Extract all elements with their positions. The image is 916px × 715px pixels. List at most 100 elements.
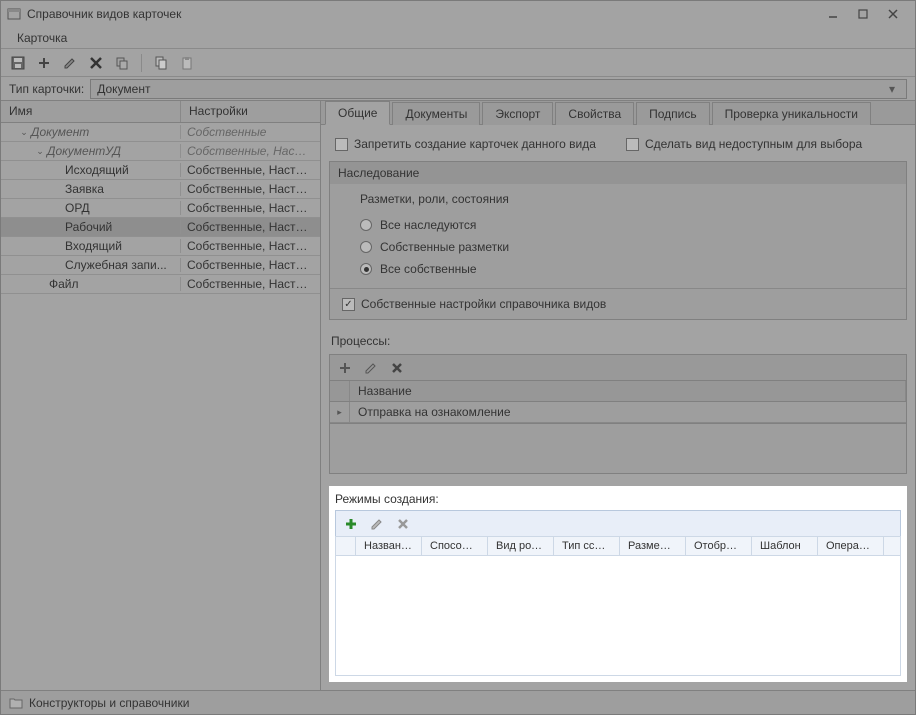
inheritance-radio[interactable]: Все наследуются — [342, 214, 894, 236]
tree-row[interactable]: ОРД Собственные, Настро... — [1, 199, 320, 218]
titlebar: Справочник видов карточек — [1, 1, 915, 27]
inheritance-radio[interactable]: Все собственные — [342, 258, 894, 280]
modes-header-cell[interactable]: Размещен... — [620, 537, 686, 555]
tree-row[interactable]: ВходящийСобственные, Настро... — [1, 237, 320, 256]
tree-item-settings: Собственные, Настро... — [181, 277, 320, 291]
modes-header-cell[interactable]: Операция... — [818, 537, 884, 555]
main-area: Имя Настройки ⌄ДокументСобственные⌄Докум… — [1, 101, 915, 690]
expand-icon[interactable]: ⌄ — [33, 144, 47, 158]
folder-icon — [9, 697, 23, 709]
tree-item-label: ДокументУД — [47, 144, 121, 158]
edit-icon[interactable] — [61, 54, 79, 72]
add-icon[interactable] — [336, 359, 354, 377]
delete-icon[interactable] — [388, 359, 406, 377]
add-icon[interactable] — [35, 54, 53, 72]
tree-item-settings: Собственные, Настро... — [181, 163, 320, 177]
separator — [141, 54, 142, 72]
modes-header-cell[interactable]: Тип ссылки — [554, 537, 620, 555]
radio-icon — [360, 241, 372, 253]
filter-label: Тип карточки: — [9, 82, 84, 96]
menu-card[interactable]: Карточка — [9, 29, 75, 47]
modes-header-cell[interactable]: Способ со... — [422, 537, 488, 555]
tree-item-settings: Собственные, Наст... — [181, 144, 320, 158]
chevron-down-icon: ▾ — [884, 82, 900, 96]
minimize-button[interactable] — [825, 6, 841, 22]
save-icon[interactable] — [9, 54, 27, 72]
tab[interactable]: Документы — [392, 102, 480, 125]
tree-item-label: Исходящий — [65, 163, 129, 177]
paste-icon[interactable] — [178, 54, 196, 72]
modes-toolbar — [335, 510, 901, 536]
close-button[interactable] — [885, 6, 901, 22]
tab-general-content: Запретить создание карточек данного вида… — [321, 125, 915, 690]
statusbar-text: Конструкторы и справочники — [29, 696, 189, 710]
tab[interactable]: Общие — [325, 101, 390, 125]
processes-empty-area — [329, 424, 907, 474]
modes-grid-body[interactable] — [335, 556, 901, 676]
checkbox-icon — [335, 138, 348, 151]
tree-item-label: Входящий — [65, 239, 122, 253]
tab[interactable]: Проверка уникальности — [712, 102, 871, 125]
delete-icon[interactable] — [394, 515, 412, 533]
statusbar: Конструкторы и справочники — [1, 690, 915, 714]
copy-doc-icon[interactable] — [152, 54, 170, 72]
processes-header-name[interactable]: Название — [350, 381, 906, 401]
delete-icon[interactable] — [87, 54, 105, 72]
own-settings-checkbox[interactable]: ✓ Собственные настройки справочника видо… — [342, 297, 894, 311]
tree-row[interactable]: Служебная запи...Собственные, Настро... — [1, 256, 320, 275]
edit-icon[interactable] — [368, 515, 386, 533]
tab[interactable]: Подпись — [636, 102, 710, 125]
processes-title: Процессы: — [329, 328, 907, 354]
tab[interactable]: Экспорт — [482, 102, 553, 125]
edit-icon[interactable] — [362, 359, 380, 377]
unavailable-checkbox[interactable]: Сделать вид недоступным для выбора — [626, 137, 862, 151]
statusbar-item[interactable]: Конструкторы и справочники — [9, 696, 189, 710]
tree-header: Имя Настройки — [1, 101, 320, 123]
tree-row[interactable]: ⌄ДокументУД Собственные, Наст... — [1, 142, 320, 161]
marker-col — [330, 381, 350, 401]
tree-item-settings: Собственные, Настро... — [181, 201, 320, 215]
tree-header-settings[interactable]: Настройки — [181, 101, 320, 122]
tree-item-settings: Собственные, Настро... — [181, 220, 320, 234]
tree-item-settings: Собственные — [181, 125, 320, 139]
checkbox-icon: ✓ — [342, 298, 355, 311]
forbid-create-checkbox[interactable]: Запретить создание карточек данного вида — [335, 137, 596, 151]
tree-panel: Имя Настройки ⌄ДокументСобственные⌄Докум… — [1, 101, 321, 690]
own-settings-label: Собственные настройки справочника видов — [361, 297, 606, 311]
radio-label: Все наследуются — [380, 218, 476, 232]
app-icon — [7, 7, 21, 21]
process-row[interactable]: ▸ Отправка на ознакомление — [330, 402, 906, 423]
modes-header-cell[interactable]: Отображ... — [686, 537, 752, 555]
tree-body[interactable]: ⌄ДокументСобственные⌄ДокументУДСобственн… — [1, 123, 320, 690]
checkbox-icon — [626, 138, 639, 151]
modes-title: Режимы создания: — [335, 492, 901, 510]
card-type-select[interactable]: Документ ▾ — [90, 79, 907, 99]
inheritance-radio[interactable]: Собственные разметки — [342, 236, 894, 258]
modes-section: Режимы создания: НазваниеСпособ со...Вид… — [329, 486, 907, 682]
tree-item-label: ОРД — [65, 201, 90, 215]
tree-item-label: Рабочий — [65, 220, 112, 234]
tree-row[interactable]: ЗаявкаСобственные, Настро... — [1, 180, 320, 199]
tree-row[interactable]: ⌄ДокументСобственные — [1, 123, 320, 142]
expand-icon[interactable]: ⌄ — [17, 125, 31, 139]
tab[interactable]: Свойства — [555, 102, 634, 125]
filter-row: Тип карточки: Документ ▾ — [1, 77, 915, 101]
copy-icon[interactable] — [113, 54, 131, 72]
tree-row[interactable]: Исходящий Собственные, Настро... — [1, 161, 320, 180]
radio-label: Все собственные — [380, 262, 477, 276]
processes-grid: Название ▸ Отправка на ознакомление — [329, 380, 907, 424]
modes-header-cell[interactable]: Вид роди... — [488, 537, 554, 555]
inheritance-group: Наследование Разметки, роли, состояния В… — [329, 161, 907, 320]
modes-header-cell[interactable]: Шаблон — [752, 537, 818, 555]
add-icon[interactable] — [342, 515, 360, 533]
radio-icon — [360, 263, 372, 275]
tree-row[interactable]: Рабочий Собственные, Настро... — [1, 218, 320, 237]
menubar: Карточка — [1, 27, 915, 49]
tree-row[interactable]: ФайлСобственные, Настро... — [1, 275, 320, 294]
unavailable-label: Сделать вид недоступным для выбора — [645, 137, 862, 151]
processes-toolbar — [329, 354, 907, 380]
modes-header-cell[interactable]: Название — [356, 537, 422, 555]
tree-header-name[interactable]: Имя — [1, 101, 181, 122]
modes-grid-header: НазваниеСпособ со...Вид роди...Тип ссылк… — [335, 536, 901, 556]
maximize-button[interactable] — [855, 6, 871, 22]
